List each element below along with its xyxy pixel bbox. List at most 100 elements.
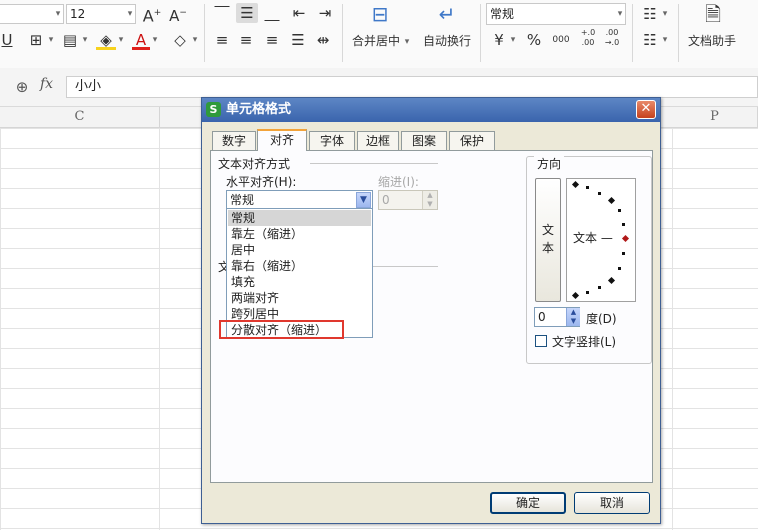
chevron-down-icon[interactable]: ▾: [402, 32, 412, 52]
underline-icon[interactable]: U: [0, 30, 14, 50]
merge-center-button[interactable]: 合并居中: [352, 32, 400, 49]
decrease-decimal-button[interactable]: .00 →.0: [600, 28, 624, 48]
column-header-p[interactable]: P: [672, 107, 758, 127]
spin-arrows-icon[interactable]: ▲ ▼: [566, 308, 580, 326]
align-middle-icon[interactable]: ☰: [236, 3, 258, 23]
chevron-down-icon[interactable]: ▼: [356, 192, 371, 208]
dial-tick: [586, 186, 589, 189]
chevron-down-icon[interactable]: ▾: [116, 30, 126, 50]
chevron-down-icon[interactable]: ▾: [614, 4, 626, 24]
grid-line: [672, 128, 673, 530]
horizontal-align-value: 常规: [230, 193, 255, 207]
dial-tick: [618, 267, 621, 270]
dial-tick: [622, 252, 625, 255]
chevron-down-icon[interactable]: ▾: [660, 30, 670, 50]
ok-button[interactable]: 确定: [490, 492, 566, 514]
separator: [480, 4, 481, 62]
increase-indent-icon[interactable]: ⇥: [314, 3, 336, 23]
group-divider: [310, 163, 438, 164]
dial-tick: [598, 286, 601, 289]
tab-font[interactable]: 字体: [309, 131, 355, 150]
highlight-box: [219, 320, 344, 339]
vertical-stack-label: 文字竖排(L): [552, 335, 617, 349]
dial-marker: [571, 180, 580, 189]
dial-tick: [618, 209, 621, 212]
chevron-down-icon[interactable]: ▾: [46, 30, 56, 50]
number-format-combo[interactable]: 常规: [486, 3, 626, 25]
option-fill[interactable]: 填充: [231, 274, 369, 290]
font-grow-icon[interactable]: A+: [142, 3, 162, 25]
eraser-icon[interactable]: ◇: [170, 30, 190, 50]
justify-icon[interactable]: ☰: [288, 30, 308, 50]
vertical-stack-checkbox[interactable]: [535, 335, 547, 347]
chevron-down-icon[interactable]: ▾: [124, 4, 136, 24]
merge-center-icon[interactable]: ⊟: [362, 4, 398, 30]
conditional-format-icon[interactable]: ☷: [640, 30, 660, 50]
chevron-down-icon[interactable]: ▾: [52, 4, 64, 24]
tab-protection[interactable]: 保护: [449, 131, 495, 150]
align-left-icon[interactable]: ≡: [212, 30, 232, 50]
increase-decimal-button[interactable]: +.0 .00: [576, 28, 600, 48]
spin-arrows-icon[interactable]: ▲ ▼: [422, 191, 437, 209]
grid-line: [159, 128, 160, 530]
align-center-icon[interactable]: ≡: [236, 30, 256, 50]
align-right-icon[interactable]: ≡: [262, 30, 282, 50]
fx-label[interactable]: fx: [40, 76, 53, 92]
cell-style-icon[interactable]: ▤: [60, 30, 80, 50]
thousands-button[interactable]: 000: [550, 30, 572, 50]
chevron-down-icon[interactable]: ▾: [660, 4, 670, 24]
wrap-text-icon[interactable]: ↵: [430, 4, 464, 30]
option-center[interactable]: 居中: [231, 242, 369, 258]
format-icon[interactable]: ☷: [640, 4, 660, 24]
group-divider: [372, 266, 438, 267]
cancel-button[interactable]: 取消: [574, 492, 650, 514]
option-right-indent[interactable]: 靠右（缩进）: [231, 258, 369, 274]
indent-label: 缩进(I):: [378, 175, 419, 189]
format-cells-dialog: S 单元格格式 ✕ 数字 对齐 字体 边框 图案 保护 文本对齐方式 水平对齐(…: [201, 97, 661, 524]
ribbon-toolbar: ▾ 12 ▾ A+ A− U ⊞ ▾ ▤ ▾ ◈ ▾ A ▾ ◇ ▾ ⎺ ☰ ⎽…: [0, 0, 758, 69]
dial-tick: [622, 223, 625, 226]
align-top-icon[interactable]: ⎺: [212, 3, 232, 23]
option-left-indent[interactable]: 靠左（缩进）: [231, 226, 369, 242]
zoom-icon[interactable]: ⊕: [12, 77, 32, 97]
chevron-down-icon[interactable]: ▾: [508, 30, 518, 50]
column-header-c[interactable]: C: [0, 107, 160, 127]
chevron-down-icon[interactable]: ▾: [80, 30, 90, 50]
dialog-title-bar[interactable]: S 单元格格式 ✕: [202, 98, 660, 122]
formula-input[interactable]: 小小: [66, 76, 758, 98]
option-justify[interactable]: 两端对齐: [231, 290, 369, 306]
tab-pattern[interactable]: 图案: [401, 131, 447, 150]
border-icon[interactable]: ⊞: [26, 30, 46, 50]
close-button[interactable]: ✕: [636, 100, 656, 119]
indent-value: 0: [382, 193, 390, 207]
fill-color-icon[interactable]: ◈: [96, 30, 116, 50]
tab-number[interactable]: 数字: [212, 131, 256, 150]
wps-app-icon: S: [206, 102, 221, 117]
font-color-icon[interactable]: A: [132, 30, 150, 50]
currency-icon[interactable]: ¥: [490, 30, 508, 50]
orientation-dial[interactable]: 文本 —: [566, 178, 636, 302]
align-bottom-icon[interactable]: ⎽: [262, 3, 282, 23]
dial-pointer[interactable]: [621, 234, 630, 243]
distributed-align-icon[interactable]: ⇹: [312, 30, 334, 50]
dial-marker: [571, 291, 580, 300]
chevron-down-icon[interactable]: ▾: [190, 30, 200, 50]
orientation-group-label: 方向: [534, 155, 565, 172]
tab-alignment[interactable]: 对齐: [257, 129, 307, 151]
decrease-indent-icon[interactable]: ⇤: [288, 3, 310, 23]
tab-border[interactable]: 边框: [357, 131, 399, 150]
font-shrink-icon[interactable]: A−: [168, 3, 188, 25]
option-general[interactable]: 常规: [228, 210, 371, 226]
degree-label: 度(D): [586, 312, 617, 326]
doc-assistant-icon[interactable]: 🗎: [700, 4, 726, 30]
horizontal-align-select[interactable]: 常规: [226, 190, 373, 210]
chevron-down-icon[interactable]: ▾: [150, 30, 160, 50]
dial-tick: [586, 291, 589, 294]
dial-marker: [607, 196, 616, 205]
vertical-text-button[interactable]: 文 本: [535, 178, 561, 302]
separator: [204, 4, 205, 62]
wrap-text-button[interactable]: 自动换行: [423, 32, 471, 49]
doc-assistant-button[interactable]: 文档助手: [688, 32, 736, 49]
percent-button[interactable]: %: [524, 30, 544, 50]
dial-tick: [598, 192, 601, 195]
